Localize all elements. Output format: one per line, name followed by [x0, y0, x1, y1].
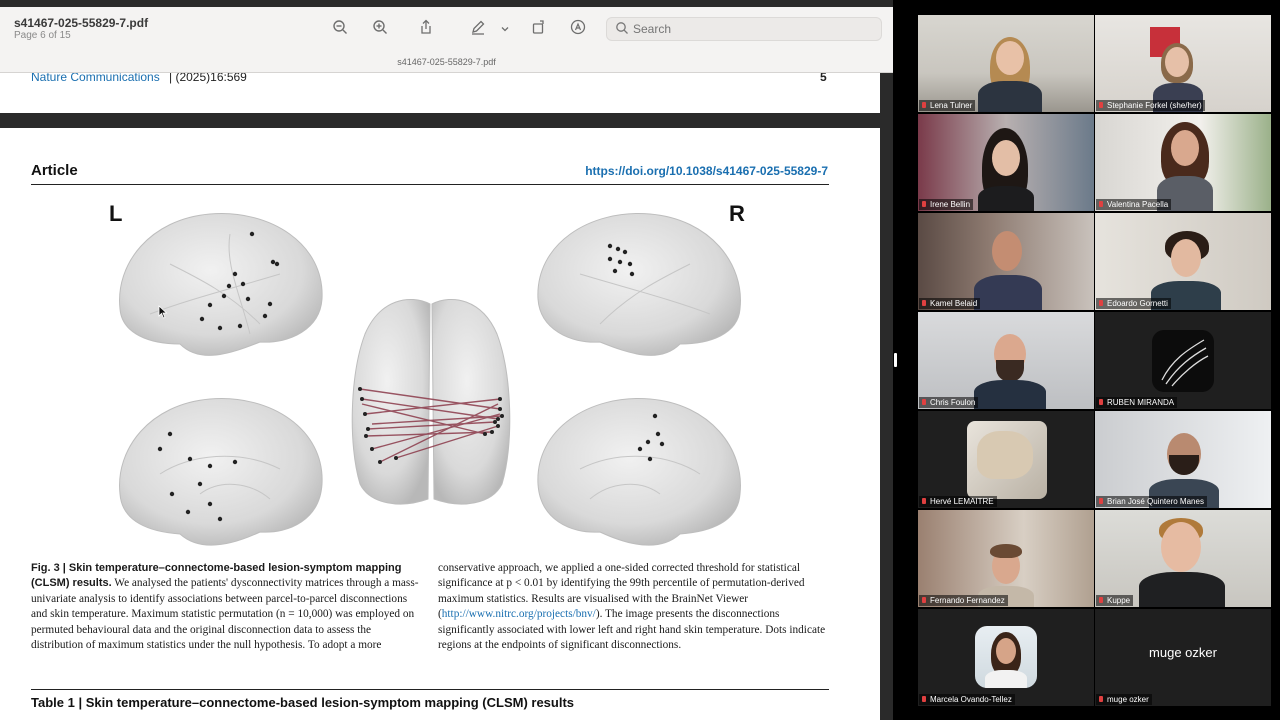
- pdf-toolbar: s41467-025-55829-7.pdf Page 6 of 15 s414…: [0, 7, 893, 73]
- brain-left-medial: [119, 398, 323, 546]
- participant-name: Fernando Fernandez: [919, 595, 1008, 606]
- pdf-page: Article https://doi.org/10.1038/s41467-0…: [0, 128, 880, 720]
- participant-name: muge ozker: [1096, 694, 1152, 705]
- brain-left-lateral: [119, 213, 323, 356]
- markup-pen-icon[interactable]: [468, 19, 488, 39]
- caption-column-2: conservative approach, we applied a one-…: [438, 561, 830, 653]
- participant-tile[interactable]: Irene Bellin: [918, 114, 1094, 211]
- brainnet-link[interactable]: http://www.nitrc.org/projects/bnv/: [442, 608, 596, 620]
- video-off-name: muge ozker: [1149, 645, 1217, 660]
- participant-name: Kuppe: [1096, 595, 1134, 606]
- participants-grid: Lena Tulner Stephanie Forkel (she/her) I…: [918, 15, 1272, 711]
- participant-name: Kamel Belaid: [919, 298, 981, 309]
- search-input[interactable]: [633, 20, 873, 38]
- participant-tile-active-speaker[interactable]: Valentina Pacella: [1095, 114, 1271, 211]
- share-icon[interactable]: [416, 19, 436, 39]
- page-gutter: [880, 73, 893, 713]
- participant-name: Valentina Pacella: [1096, 199, 1172, 210]
- header-rule: [31, 184, 829, 185]
- search-field[interactable]: [606, 17, 882, 41]
- participant-name: Irene Bellin: [919, 199, 974, 210]
- document-title: s41467-025-55829-7.pdf: [14, 16, 149, 30]
- mouse-cursor-icon: [158, 305, 168, 319]
- participant-name: Chris Foulon: [919, 397, 979, 408]
- table-title: Table 1 | Skin temperature–connectome-ba…: [31, 695, 575, 710]
- page-indicator: Page 6 of 15: [14, 30, 71, 41]
- participant-tile[interactable]: Edoardo Gornetti: [1095, 213, 1271, 310]
- profile-picture: [1152, 330, 1214, 392]
- previous-page-footer: Nature Communications | (2025)16:569 5: [0, 70, 880, 113]
- participant-tile[interactable]: Chris Foulon: [918, 312, 1094, 409]
- brain-right-medial: [537, 398, 741, 546]
- participant-name: Stephanie Forkel (she/her): [1096, 100, 1205, 111]
- participant-tile[interactable]: Kuppe: [1095, 510, 1271, 607]
- participant-name: Edoardo Gornetti: [1096, 298, 1171, 309]
- chevron-down-icon[interactable]: [498, 19, 512, 39]
- profile-picture: [975, 626, 1037, 688]
- section-label: Article: [31, 162, 78, 179]
- participant-tile[interactable]: Fernando Fernandez: [918, 510, 1094, 607]
- participant-name: RUBEN MIRANDA: [1096, 397, 1178, 408]
- doi-link[interactable]: https://doi.org/10.1038/s41467-025-55829…: [585, 164, 828, 178]
- participant-tile[interactable]: Stephanie Forkel (she/her): [1095, 15, 1271, 112]
- brain-axial-connections: [351, 298, 511, 505]
- brain-figure: [119, 213, 741, 546]
- brain-right-lateral: [537, 213, 741, 356]
- pdf-viewer: Nature Communications | (2025)16:569 5 A…: [0, 0, 893, 720]
- participant-tile[interactable]: RUBEN MIRANDA: [1095, 312, 1271, 409]
- rotate-icon[interactable]: [529, 19, 549, 39]
- participant-tile[interactable]: muge ozker muge ozker: [1095, 609, 1271, 706]
- participant-name: Hervé LEMAITRE: [919, 496, 997, 507]
- participant-tile[interactable]: Brian José Quintero Manes: [1095, 411, 1271, 508]
- search-icon: [616, 22, 628, 34]
- table-rule: [31, 689, 829, 690]
- participant-name: Lena Tulner: [919, 100, 976, 111]
- zoom-out-icon[interactable]: [330, 19, 350, 39]
- participant-tile[interactable]: Marcela Ovando-Tellez: [918, 609, 1094, 706]
- participant-name: Brian José Quintero Manes: [1096, 496, 1207, 507]
- window-title: s41467-025-55829-7.pdf: [397, 57, 496, 67]
- participant-tile[interactable]: Hervé LEMAITRE: [918, 411, 1094, 508]
- participant-tile[interactable]: Lena Tulner: [918, 15, 1094, 112]
- zoom-in-icon[interactable]: [370, 19, 390, 39]
- annotate-icon[interactable]: [568, 19, 588, 39]
- participant-name: Marcela Ovando-Tellez: [919, 694, 1015, 705]
- split-divider-handle[interactable]: [894, 353, 897, 367]
- participant-tile[interactable]: Kamel Belaid: [918, 213, 1094, 310]
- caption-column-1: Fig. 3 | Skin temperature–connectome-bas…: [31, 561, 423, 653]
- profile-picture: [967, 421, 1047, 499]
